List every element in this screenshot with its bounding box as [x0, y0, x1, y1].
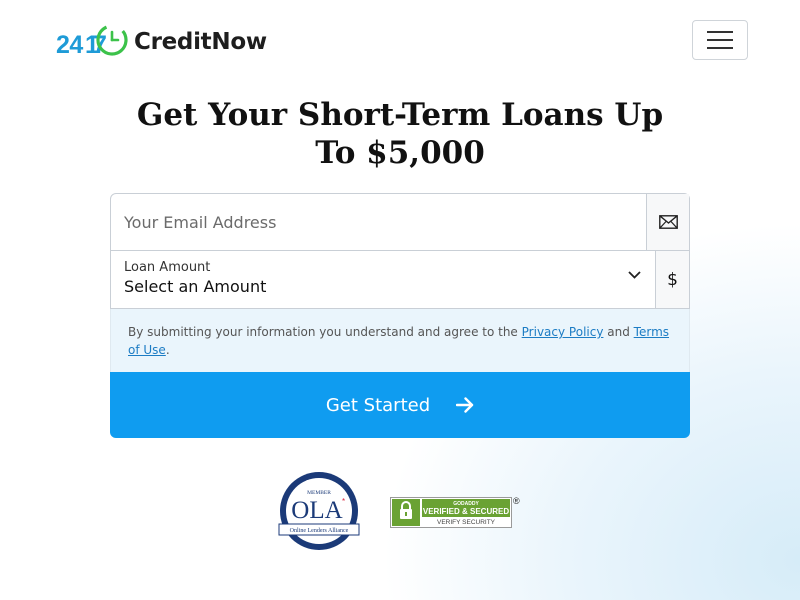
loan-amount-value: Select an Amount: [124, 277, 267, 296]
email-row: [110, 193, 690, 251]
logo[interactable]: 24 1 7 CreditNow: [56, 22, 267, 62]
email-addon: [646, 194, 689, 250]
godaddy-line2-text: VERIFY SECURITY: [437, 519, 496, 526]
loan-amount-select[interactable]: Loan Amount Select an Amount: [111, 251, 655, 308]
page-title: Get Your Short-Term Loans Up To $5,000: [136, 97, 664, 171]
site-header: 24 1 7 CreditNow: [0, 0, 800, 90]
logo-name: CreditNow: [134, 29, 267, 55]
godaddy-verified-badge: GODADDY VERIFIED & SECURED VERIFY SECURI…: [390, 496, 520, 528]
ola-sub-text: MEMBER: [307, 490, 331, 496]
ola-member-badge: PROUD MEMBER OLA Online Lenders Alliance…: [278, 472, 360, 550]
svg-text:*: *: [342, 497, 345, 506]
ola-top-text: PROUD: [307, 479, 332, 487]
envelope-icon: [658, 215, 678, 229]
consent-notice: By submitting your information you under…: [110, 309, 690, 372]
amount-row: Loan Amount Select an Amount $: [110, 251, 690, 309]
email-field[interactable]: [111, 194, 646, 250]
hamburger-icon: [707, 31, 733, 49]
godaddy-line1-text: VERIFIED & SECURED: [423, 507, 509, 516]
clock-logo-icon: 24 1 7: [56, 24, 128, 59]
trust-badges: PROUD MEMBER OLA Online Lenders Alliance…: [0, 470, 800, 560]
ola-name-text: Online Lenders Alliance: [290, 528, 349, 534]
arrow-right-icon: [456, 397, 474, 413]
chevron-down-icon: [628, 271, 641, 279]
consent-text: By submitting your information you under…: [128, 325, 518, 339]
svg-text:®: ®: [513, 496, 520, 506]
dollar-addon: $: [655, 251, 689, 308]
consent-and: and: [607, 325, 630, 339]
privacy-policy-link[interactable]: Privacy Policy: [522, 325, 604, 339]
loan-amount-label: Loan Amount: [124, 260, 211, 275]
svg-text:24: 24: [56, 31, 83, 59]
get-started-label: Get Started: [325, 394, 431, 416]
get-started-button[interactable]: Get Started: [110, 372, 690, 438]
loan-form: Loan Amount Select an Amount $ By submit…: [110, 193, 690, 438]
logo-mark: 24 1 7: [56, 22, 130, 62]
ola-mark-text: OLA: [291, 497, 342, 524]
menu-toggle-button[interactable]: [692, 20, 748, 60]
